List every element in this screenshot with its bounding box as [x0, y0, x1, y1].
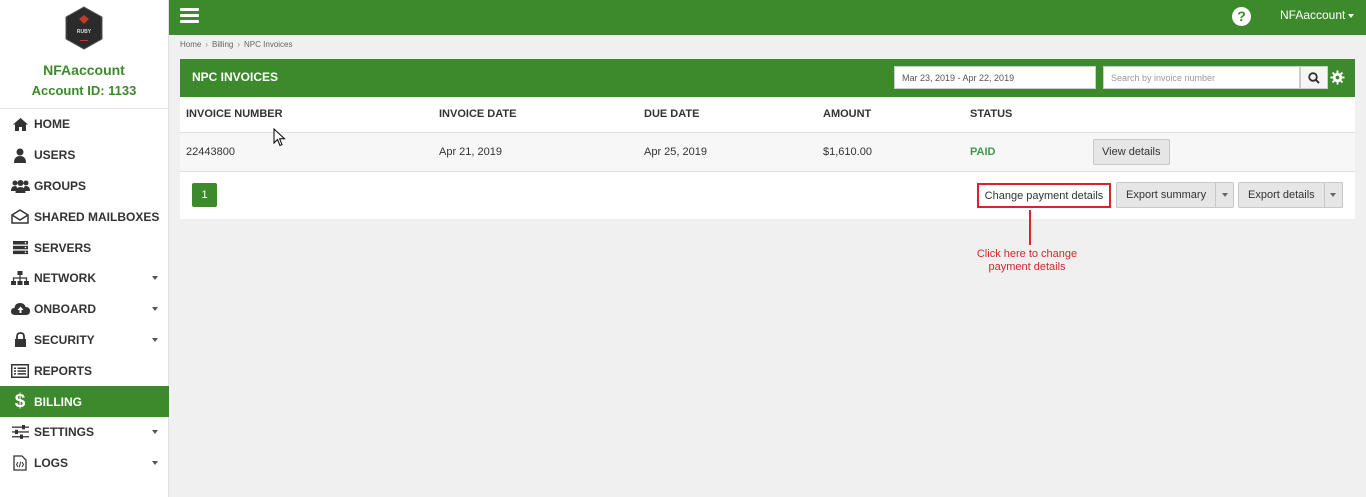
user-menu-label: NFAaccount — [1280, 8, 1346, 22]
hamburger-menu-icon[interactable] — [180, 8, 199, 23]
breadcrumb-separator: › — [205, 40, 209, 49]
sidebar-item-home[interactable]: HOME — [0, 109, 169, 140]
logo[interactable]: RUBY — [0, 0, 168, 52]
sidebar-item-network[interactable]: NETWORK — [0, 263, 169, 294]
chevron-down-icon — [1330, 193, 1337, 197]
sliders-icon — [10, 423, 30, 441]
column-header-amount[interactable]: AMOUNT — [817, 97, 964, 133]
logo-text: RUBY — [77, 29, 92, 35]
cell-invoice-date: Apr 21, 2019 — [433, 132, 638, 172]
status-badge: PAID — [964, 132, 1087, 172]
list-icon — [10, 362, 30, 380]
annotation-text: Click here to change payment details — [960, 248, 1094, 274]
annotation-line — [1029, 210, 1031, 245]
sidebar-item-logs[interactable]: LOGS — [0, 448, 169, 479]
sidebar-item-groups[interactable]: GROUPS — [0, 171, 169, 202]
sidebar-item-label: SECURITY — [34, 332, 95, 347]
chevron-down-icon — [152, 337, 158, 342]
account-name: NFAaccount — [43, 62, 125, 78]
sidebar-item-label: SHARED MAILBOXES — [34, 209, 160, 224]
export-details-dropdown-toggle[interactable] — [1324, 182, 1343, 208]
sidebar-item-label: GROUPS — [34, 178, 87, 193]
invoices-table: INVOICE NUMBER INVOICE DATE DUE DATE AMO… — [180, 97, 1355, 172]
sidebar-item-onboard[interactable]: ONBOARD — [0, 294, 169, 325]
search-button[interactable] — [1300, 66, 1328, 89]
table-header-row: INVOICE NUMBER INVOICE DATE DUE DATE AMO… — [180, 97, 1355, 133]
user-menu[interactable]: NFAaccount — [1280, 8, 1355, 22]
server-icon — [10, 239, 30, 257]
top-bar: ? NFAaccount — [169, 0, 1366, 35]
column-header-actions — [1087, 97, 1355, 133]
change-payment-details-button[interactable]: Change payment details — [977, 183, 1111, 208]
view-details-button[interactable]: View details — [1093, 138, 1170, 165]
account-id: Account ID: 1133 — [31, 83, 137, 98]
chevron-down-icon — [1348, 13, 1355, 18]
mouse-cursor-icon — [273, 128, 286, 147]
breadcrumb-separator: › — [237, 40, 241, 49]
export-summary-dropdown-toggle[interactable] — [1216, 182, 1235, 208]
pagination-page-1[interactable]: 1 — [192, 183, 217, 207]
export-summary-button-group: Export summary — [1116, 182, 1235, 208]
help-icon[interactable]: ? — [1232, 7, 1251, 26]
cell-invoice-number: 22443800 — [180, 132, 433, 172]
chevron-down-icon — [152, 276, 158, 281]
table-row: 22443800 Apr 21, 2019 Apr 25, 2019 $1,61… — [180, 132, 1355, 172]
column-header-due-date[interactable]: DUE DATE — [638, 97, 817, 133]
lock-icon — [10, 331, 30, 349]
users-icon — [10, 177, 30, 195]
sidebar-item-label: SETTINGS — [34, 425, 95, 440]
annotation-line-1: Click here to change — [976, 248, 1078, 260]
search-input[interactable] — [1103, 66, 1300, 89]
cell-due-date: Apr 25, 2019 — [638, 132, 817, 172]
dollar-icon: $ — [14, 390, 26, 412]
export-details-button[interactable]: Export details — [1238, 182, 1325, 208]
ruby-logo-icon: RUBY — [65, 6, 103, 50]
gear-icon[interactable] — [1330, 70, 1345, 85]
breadcrumb-home[interactable]: Home — [180, 40, 201, 49]
sidebar-item-billing[interactable]: $ BILLING — [0, 386, 169, 417]
sidebar-item-reports[interactable]: REPORTS — [0, 355, 169, 386]
sidebar-item-users[interactable]: USERS — [0, 140, 169, 171]
sidebar-item-label: REPORTS — [34, 363, 93, 378]
cell-amount: $1,610.00 — [817, 132, 964, 172]
page-title: NPC INVOICES — [192, 70, 279, 84]
export-summary-button[interactable]: Export summary — [1116, 182, 1217, 208]
invoices-panel: INVOICE NUMBER INVOICE DATE DUE DATE AMO… — [180, 97, 1355, 219]
chevron-down-icon — [152, 307, 158, 312]
sidebar-item-shared-mailboxes[interactable]: SHARED MAILBOXES — [0, 201, 169, 232]
chevron-down-icon — [1221, 193, 1228, 197]
column-header-invoice-date[interactable]: INVOICE DATE — [433, 97, 638, 133]
envelope-icon — [10, 208, 30, 226]
breadcrumb: Home › Billing › NPC Invoices — [180, 40, 293, 49]
panel-header: NPC INVOICES Mar 23, 2019 - Apr 22, 2019 — [180, 59, 1355, 97]
sidebar-item-servers[interactable]: SERVERS — [0, 232, 169, 263]
user-icon — [10, 146, 30, 164]
breadcrumb-current: NPC Invoices — [244, 40, 293, 49]
date-range-picker[interactable]: Mar 23, 2019 - Apr 22, 2019 — [894, 66, 1096, 89]
sidebar-item-label: ONBOARD — [34, 302, 96, 317]
sidebar-nav: HOME USERS GROUPS SHARED MAILBOXES SERVE… — [0, 108, 169, 479]
sidebar-item-security[interactable]: SECURITY — [0, 325, 169, 356]
search-icon — [1308, 71, 1320, 84]
column-header-invoice-number[interactable]: INVOICE NUMBER — [180, 97, 433, 133]
sidebar-item-label: LOGS — [34, 456, 69, 471]
sidebar-item-label: SERVERS — [34, 240, 92, 255]
export-details-button-group: Export details — [1238, 182, 1343, 208]
sidebar: RUBY NFAaccount Account ID: 1133 HOME US… — [0, 0, 169, 497]
sidebar-item-label: HOME — [34, 117, 70, 132]
breadcrumb-billing[interactable]: Billing — [212, 40, 233, 49]
sidebar-item-label: BILLING — [34, 394, 82, 409]
column-header-status[interactable]: STATUS — [964, 97, 1087, 133]
code-file-icon — [10, 454, 30, 472]
sidebar-item-label: USERS — [34, 148, 76, 163]
cloud-upload-icon — [10, 300, 30, 318]
sitemap-icon — [10, 269, 30, 287]
sidebar-item-label: NETWORK — [34, 271, 96, 286]
chevron-down-icon — [152, 461, 158, 466]
cell-actions: View details — [1087, 132, 1355, 172]
chevron-down-icon — [152, 430, 158, 435]
sidebar-item-settings[interactable]: SETTINGS — [0, 417, 169, 448]
home-icon — [10, 115, 30, 133]
annotation-line-2: payment details — [988, 261, 1066, 273]
